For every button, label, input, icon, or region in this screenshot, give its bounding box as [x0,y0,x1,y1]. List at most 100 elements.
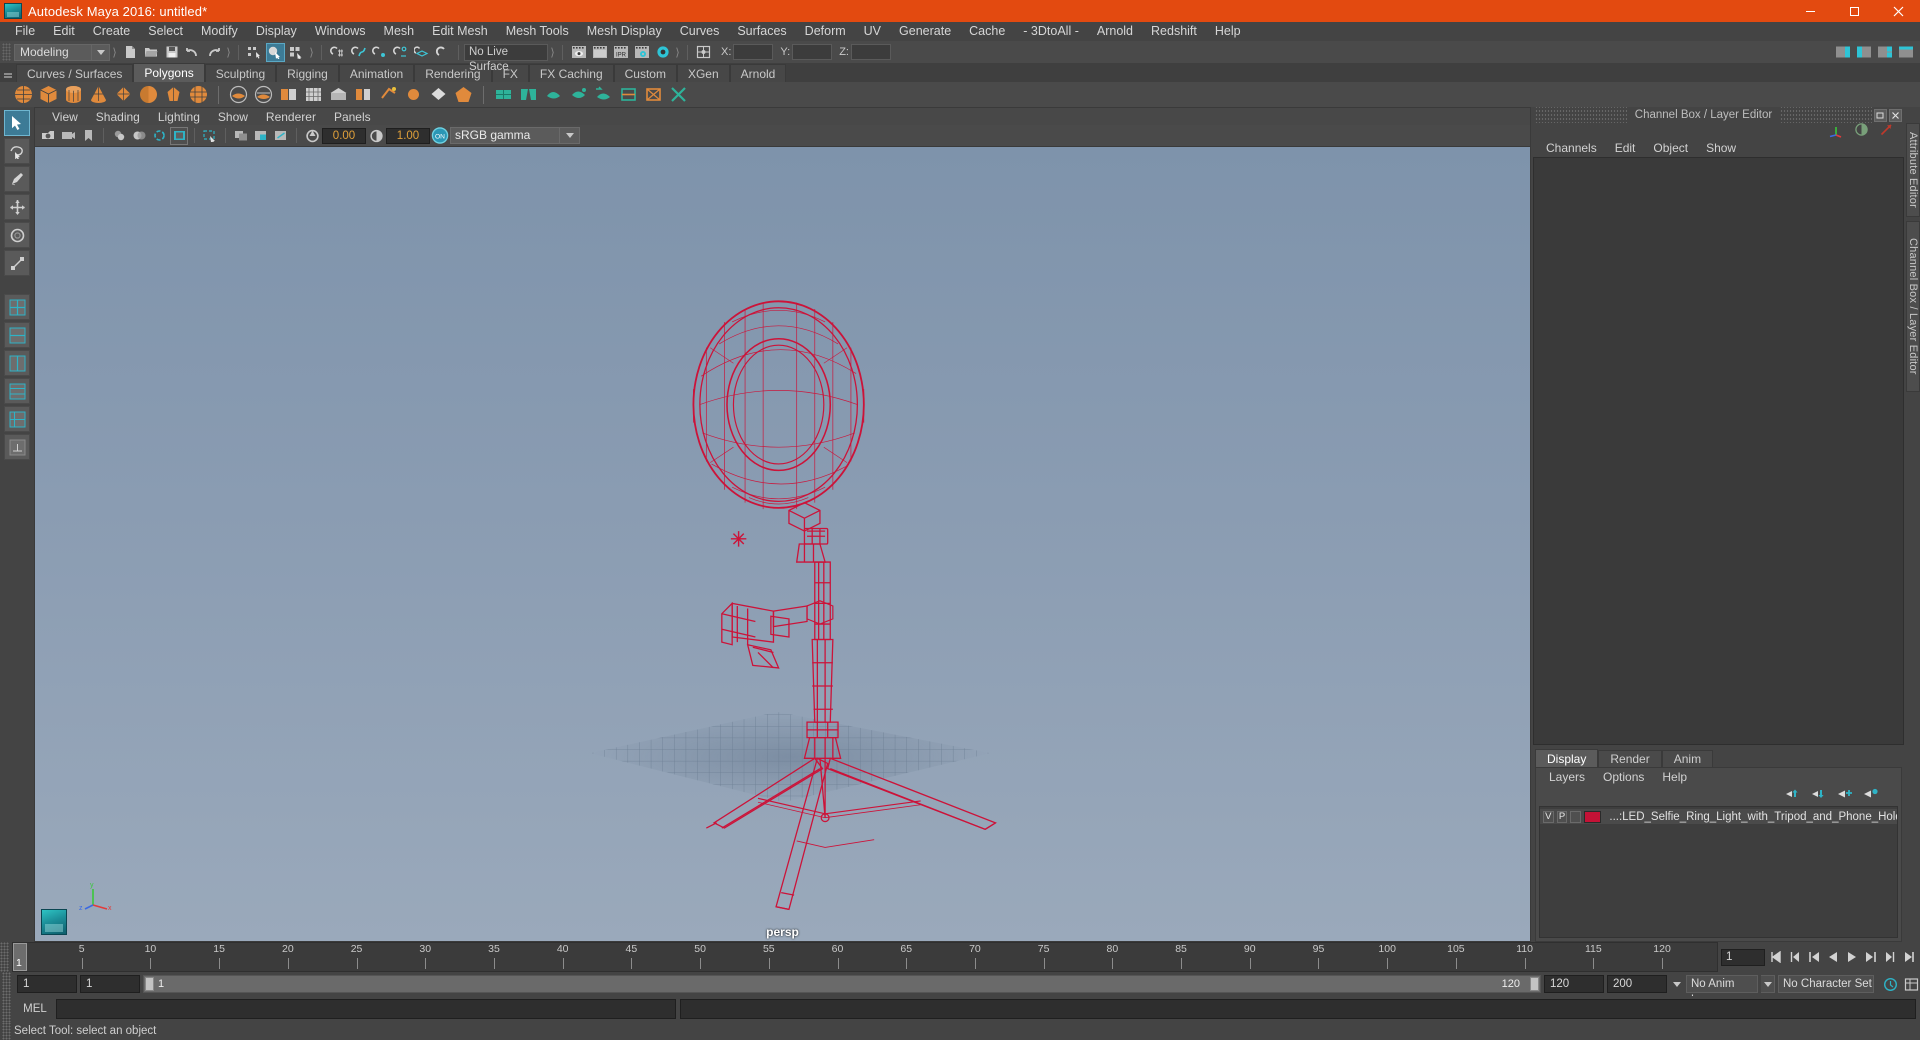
range-slider-grip[interactable] [2,972,11,996]
open-scene-icon[interactable] [141,43,160,62]
bevel-icon[interactable] [352,83,375,106]
exposure-field[interactable]: 0.00 [322,127,366,144]
xray-joints-icon[interactable] [252,127,270,145]
render-settings-icon[interactable] [632,43,651,62]
paint-select-tool[interactable] [4,166,30,192]
booleans-icon[interactable] [277,83,300,106]
layer-playback-toggle[interactable]: P [1556,810,1568,823]
exposure-icon[interactable] [303,127,321,145]
toolbar-grip[interactable] [2,43,11,61]
command-output-field[interactable] [680,999,1916,1019]
layer-menu-layers[interactable]: Layers [1540,768,1594,786]
x-coordinate-field[interactable] [733,44,774,60]
step-back-key-icon[interactable] [1805,949,1822,966]
side-tab-channel-box[interactable]: Channel Box / Layer Editor [1906,220,1920,392]
channel-box-menu-object[interactable]: Object [1644,139,1697,157]
chevron-down-icon[interactable] [560,127,580,144]
gamma-icon[interactable] [367,127,385,145]
undo-icon[interactable] [183,43,202,62]
layer-color-swatch[interactable] [1583,810,1602,823]
layer-shading-toggle[interactable] [1570,810,1581,823]
ipr-render-icon[interactable]: IPR [611,43,630,62]
new-scene-icon[interactable] [120,43,139,62]
playback-start-time-field[interactable]: 1 [80,975,140,993]
poly-disc-icon[interactable] [162,83,185,106]
layer-list[interactable]: V P ...:LED_Selfie_Ring_Light_with_Tripo… [1539,806,1898,938]
channel-box-menu-channels[interactable]: Channels [1537,139,1606,157]
animation-preferences-icon[interactable] [1902,975,1920,993]
menu-curves[interactable]: Curves [671,22,729,41]
command-language-label[interactable]: MEL [18,1003,52,1015]
poly-sculpt-icon[interactable] [542,83,565,106]
shelf-tab-rigging[interactable]: Rigging [276,64,339,82]
step-forward-key-icon[interactable] [1862,949,1879,966]
close-icon[interactable] [1889,108,1903,122]
poly-cube-icon[interactable] [37,83,60,106]
move-layer-down-icon[interactable] [1811,787,1827,803]
redo-icon[interactable] [204,43,223,62]
anim-layer-field[interactable]: No Anim Layer [1686,975,1758,1006]
snap-grid-icon[interactable] [328,43,347,62]
menu-surfaces[interactable]: Surfaces [728,22,795,41]
step-back-frame-icon[interactable] [1786,949,1803,966]
command-input-field[interactable] [56,999,676,1019]
play-backwards-icon[interactable] [1824,949,1841,966]
menu-arnold[interactable]: Arnold [1088,22,1142,41]
menu-uv[interactable]: UV [855,22,890,41]
poly-mirror-icon[interactable] [517,83,540,106]
menu-edit-mesh[interactable]: Edit Mesh [423,22,497,41]
poly-transfer-icon[interactable] [592,83,615,106]
show-attribute-editor-icon[interactable] [1833,43,1852,62]
new-layer-icon[interactable] [1837,787,1853,803]
two-d-pan-zoom-icon[interactable] [130,127,148,145]
make-live-icon[interactable] [433,43,452,62]
menu-deform[interactable]: Deform [796,22,855,41]
viewport-menu-panels[interactable]: Panels [325,108,380,126]
move-tool[interactable] [4,194,30,220]
xray-active-components-icon[interactable] [272,127,290,145]
xray-icon[interactable] [232,127,250,145]
poly-cleanup-icon[interactable] [667,83,690,106]
color-management-toggle[interactable]: ON [431,127,449,145]
help-line-grip[interactable] [2,1022,11,1040]
persp-hypershade-layout-icon[interactable] [4,378,30,404]
playback-end-time-field[interactable]: 120 [1544,975,1604,993]
snap-point-icon[interactable] [370,43,389,62]
menu-modify[interactable]: Modify [192,22,247,41]
time-slider[interactable]: 1 5 10 15 20 25 30 35 40 45 50 55 60 65 70 75 80 85 90 95 1… [12,942,1718,972]
red-arrow-icon[interactable] [1879,122,1894,140]
viewport-menu-show[interactable]: Show [209,108,257,126]
poly-sphere-icon[interactable] [12,83,35,106]
smooth-icon[interactable] [302,83,325,106]
lasso-select-tool[interactable] [4,138,30,164]
hypershade-icon[interactable] [653,43,672,62]
select-component-icon[interactable] [287,43,306,62]
poly-quad-draw-icon[interactable] [492,83,515,106]
close-icon[interactable] [1876,0,1920,22]
show-channel-box-icon[interactable] [1875,43,1894,62]
viewport-menu-shading[interactable]: Shading [87,108,149,126]
combine-icon[interactable] [227,83,250,106]
side-tab-attribute-editor[interactable]: Attribute Editor [1906,123,1920,217]
poly-crease-icon[interactable] [617,83,640,106]
select-hierarchy-icon[interactable] [245,43,264,62]
snap-view-plane-icon[interactable] [412,43,431,62]
character-set-field[interactable]: No Character Set [1778,975,1874,993]
shelf-tab-animation[interactable]: Animation [338,64,415,82]
menu-mesh[interactable]: Mesh [375,22,424,41]
channel-box-menu-show[interactable]: Show [1697,139,1745,157]
four-view-layout-icon[interactable] [4,294,30,320]
new-layer-from-selected-icon[interactable] [1863,787,1879,803]
half-circle-icon[interactable] [1854,122,1869,140]
viewport-menu-renderer[interactable]: Renderer [257,108,325,126]
undock-icon[interactable] [1874,108,1888,122]
separate-icon[interactable] [252,83,275,106]
show-tool-settings-icon[interactable] [1854,43,1873,62]
maximize-icon[interactable] [1832,0,1876,22]
minimize-icon[interactable] [1788,0,1832,22]
select-tool[interactable] [4,110,30,136]
persp-graph-layout-icon[interactable] [4,350,30,376]
move-layer-up-icon[interactable] [1785,787,1801,803]
shelf-tab-arnold[interactable]: Arnold [729,64,787,82]
range-end-handle[interactable] [1530,977,1539,991]
